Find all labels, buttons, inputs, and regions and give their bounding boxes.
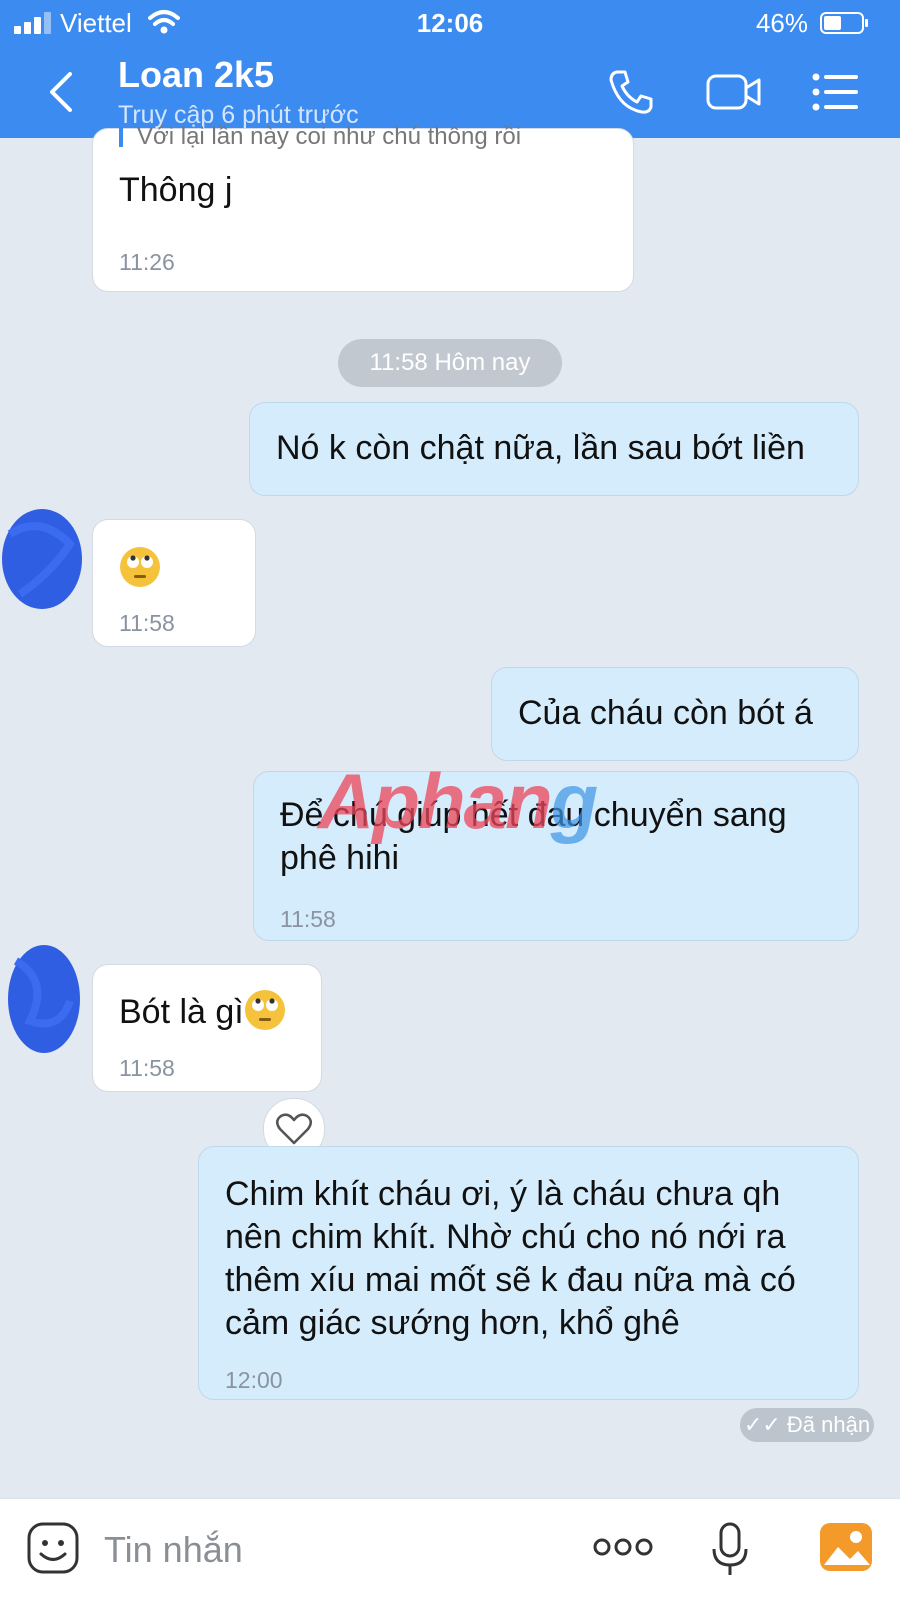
message-time: 11:58 (280, 906, 336, 932)
message-input-bar: Tin nhắn (0, 1498, 900, 1601)
message-list[interactable]: Với lại lần này coi như chú thông rồi Th… (0, 123, 900, 1498)
quoted-message: Với lại lần này coi như chú thông rồi (137, 123, 522, 150)
double-check-icon: ✓✓ (743, 1412, 781, 1437)
watermark-logo: Aphang (318, 757, 598, 845)
message-bubble-incoming[interactable]: Với lại lần này coi như chú thông rồi Th… (92, 123, 634, 292)
message-bubble-incoming[interactable]: Bót là gì 11:58 (92, 964, 322, 1092)
image-gallery-icon[interactable] (818, 1521, 874, 1573)
message-bubble-outgoing[interactable]: Nó k còn chật nữa, lần sau bớt liền (249, 402, 859, 496)
delivery-status: ✓✓ Đã nhận (740, 1408, 874, 1442)
delivery-status-text: Đã nhận (786, 1412, 871, 1437)
avatar[interactable] (0, 934, 84, 1058)
date-separator: 11:58 Hôm nay (338, 339, 562, 387)
contact-name[interactable]: Loan 2k5 (118, 54, 274, 96)
message-input[interactable]: Tin nhắn (104, 1529, 243, 1571)
message-time: 11:26 (119, 249, 175, 275)
battery-icon (820, 12, 868, 34)
message-text: Của cháu còn bót á (518, 694, 813, 732)
quote-bar (119, 123, 123, 147)
message-text: Nó k còn chật nữa, lần sau bớt liền (276, 429, 805, 467)
microphone-icon[interactable] (710, 1521, 750, 1579)
battery-percent: 46% (755, 8, 808, 38)
message-bubble-outgoing[interactable]: Của cháu còn bót á (491, 667, 859, 761)
message-time: 11:58 (119, 1055, 175, 1081)
phone-icon[interactable] (605, 66, 657, 118)
menu-icon[interactable] (810, 66, 862, 118)
more-options-icon[interactable] (592, 1535, 654, 1559)
status-bar: Viettel 12:06 46% (0, 0, 900, 46)
message-text: Bót là gì (119, 993, 244, 1031)
face-with-rolling-eyes-icon (120, 547, 160, 587)
message-text: Thông j (119, 171, 233, 209)
message-time: 11:58 (119, 610, 175, 636)
message-bubble-outgoing[interactable]: Chim khít cháu ơi, ý là cháu chưa qh nên… (198, 1146, 859, 1400)
message-text: Chim khít cháu ơi, ý là cháu chưa qh nên… (225, 1175, 796, 1342)
message-time: 12:00 (225, 1367, 283, 1393)
sticker-icon[interactable] (26, 1521, 80, 1575)
avatar[interactable] (0, 504, 84, 614)
face-with-rolling-eyes-icon (244, 990, 285, 1030)
message-bubble-incoming[interactable]: 11:58 (92, 519, 256, 647)
video-call-icon[interactable] (705, 66, 763, 118)
back-icon[interactable] (44, 70, 80, 114)
